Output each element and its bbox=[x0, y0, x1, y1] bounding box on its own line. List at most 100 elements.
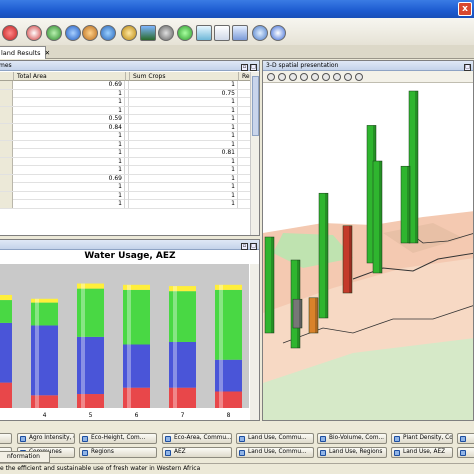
sum-crops-cell[interactable]: 1 bbox=[130, 166, 238, 174]
sum-crops-cell[interactable]: 1 bbox=[130, 191, 238, 200]
toolbar-green-button[interactable] bbox=[46, 25, 62, 41]
layer-button[interactable] bbox=[457, 433, 474, 444]
layer-button[interactable]: Eco-Height, Com... bbox=[79, 433, 157, 444]
table-row[interactable]: 0.59 1 bbox=[0, 115, 259, 124]
table-row[interactable]: 11 bbox=[0, 183, 259, 192]
toolbar-landscape-button[interactable] bbox=[140, 25, 156, 41]
layer-button[interactable]: Bio-Volume, Com... bbox=[317, 433, 387, 444]
total-area-cell[interactable]: 1 bbox=[14, 98, 125, 106]
total-area-cell[interactable]: 1 bbox=[14, 191, 125, 200]
table-row[interactable]: 1 0.75 bbox=[0, 89, 259, 98]
total-area-cell[interactable]: 1 bbox=[14, 166, 125, 174]
bar-segment[interactable] bbox=[0, 322, 12, 383]
close-window-button[interactable]: x bbox=[458, 2, 472, 16]
toolbar-earth-button[interactable] bbox=[100, 25, 116, 41]
map-zoom-out-icon[interactable] bbox=[311, 73, 319, 81]
total-area-cell[interactable]: 0.69 bbox=[14, 174, 125, 183]
layer-button[interactable] bbox=[0, 433, 12, 444]
table-row[interactable]: 11 bbox=[0, 106, 259, 115]
layer-button[interactable]: Land Use, Commu... bbox=[236, 447, 314, 458]
map-reset-icon[interactable] bbox=[333, 73, 341, 81]
sum-crops-cell[interactable]: 1 bbox=[130, 98, 238, 106]
sum-crops-cell[interactable]: 1 bbox=[130, 106, 238, 115]
sum-crops-cell[interactable]: 1 bbox=[130, 132, 238, 140]
map-select-icon[interactable] bbox=[344, 73, 352, 81]
column-sum-crops[interactable]: Sum Crops bbox=[130, 72, 239, 81]
sum-crops-cell[interactable]: 1 bbox=[130, 183, 238, 191]
table-row[interactable]: 11 bbox=[0, 157, 259, 166]
panel-restore-icon[interactable]: ▫ bbox=[241, 243, 248, 250]
toolbar-green-dot-button[interactable] bbox=[177, 25, 193, 41]
table-row[interactable]: 0.69 1 bbox=[0, 174, 259, 183]
toolbar-orange-button[interactable] bbox=[82, 25, 98, 41]
total-area-cell[interactable]: 1 bbox=[14, 200, 125, 208]
total-area-cell[interactable]: 1 bbox=[14, 106, 125, 115]
layer-button[interactable]: Regions bbox=[79, 447, 157, 458]
total-area-cell[interactable]: 0.59 bbox=[14, 115, 125, 123]
toolbar-tree-button[interactable] bbox=[196, 25, 212, 41]
layer-button[interactable] bbox=[457, 447, 474, 458]
sum-crops-cell[interactable]: 1 bbox=[130, 81, 238, 89]
map-home-icon[interactable] bbox=[267, 73, 275, 81]
table-row[interactable]: 11 bbox=[0, 98, 259, 107]
sum-crops-cell[interactable]: 1 bbox=[130, 174, 238, 183]
table-row[interactable]: 0.84 1 bbox=[0, 123, 259, 132]
sum-crops-cell[interactable]: 1 bbox=[130, 157, 238, 166]
toolbar-badge-button[interactable] bbox=[232, 25, 248, 41]
layer-button[interactable]: Eco-Area, Commu... bbox=[162, 433, 232, 444]
total-area-cell[interactable]: 1 bbox=[14, 183, 125, 191]
toolbar-target-button[interactable] bbox=[26, 25, 42, 41]
table-scrollbar[interactable] bbox=[250, 72, 259, 235]
information-tab[interactable]: nformation bbox=[0, 451, 50, 463]
map-rotate-icon[interactable] bbox=[289, 73, 297, 81]
map-tilt-icon[interactable] bbox=[322, 73, 330, 81]
table-scroll-thumb[interactable] bbox=[252, 76, 259, 136]
total-area-cell[interactable]: 1 bbox=[14, 132, 125, 140]
spatial-3d-view[interactable] bbox=[263, 83, 474, 421]
toolbar-chart-button[interactable] bbox=[214, 25, 230, 41]
tab-close-icon[interactable]: ✕ bbox=[45, 49, 50, 57]
sum-crops-cell[interactable]: 0.81 bbox=[130, 149, 238, 157]
sum-crops-cell[interactable]: 1 bbox=[130, 123, 238, 132]
panel-maximize-icon[interactable]: □ bbox=[464, 64, 471, 71]
table-row[interactable]: 0.69 1 bbox=[0, 81, 259, 90]
toolbar-gray-button[interactable] bbox=[158, 25, 174, 41]
layer-button[interactable]: Plant Density, Co... bbox=[391, 433, 453, 444]
total-area-cell[interactable]: 1 bbox=[14, 140, 125, 149]
total-area-cell[interactable]: 1 bbox=[14, 89, 125, 98]
layer-button[interactable]: Land Use, AEZ bbox=[391, 447, 453, 458]
panel-restore-icon[interactable]: ▫ bbox=[241, 64, 248, 71]
bar-segment[interactable] bbox=[0, 300, 12, 323]
sum-crops-cell[interactable]: 0.75 bbox=[130, 89, 238, 98]
table-row[interactable]: 11 bbox=[0, 166, 259, 175]
panel-maximize-icon[interactable]: □ bbox=[250, 243, 257, 250]
table-row[interactable]: 11 bbox=[0, 132, 259, 141]
total-area-cell[interactable]: 0.69 bbox=[14, 81, 125, 89]
toolbar-red-button[interactable] bbox=[2, 25, 18, 41]
total-area-cell[interactable]: 1 bbox=[14, 157, 125, 166]
map-pan-icon[interactable] bbox=[278, 73, 286, 81]
total-area-cell[interactable]: 1 bbox=[14, 149, 125, 157]
layer-button[interactable]: Land Use, Commu... bbox=[236, 433, 314, 444]
table-row[interactable]: 1 0.81 bbox=[0, 149, 259, 158]
toolbar-sun-button[interactable] bbox=[121, 25, 137, 41]
sum-crops-cell[interactable]: 1 bbox=[130, 140, 238, 149]
bar-segment[interactable] bbox=[0, 294, 12, 301]
layer-button[interactable]: AEZ bbox=[162, 447, 232, 458]
total-area-cell[interactable]: 0.84 bbox=[14, 123, 125, 132]
chart-scrollbar[interactable] bbox=[250, 264, 259, 421]
map-info-icon[interactable] bbox=[355, 73, 363, 81]
sum-crops-cell[interactable]: 1 bbox=[130, 200, 238, 208]
column-total-area[interactable]: Total Area bbox=[14, 72, 126, 81]
panel-maximize-icon[interactable]: □ bbox=[250, 64, 257, 71]
sum-crops-cell[interactable]: 1 bbox=[130, 115, 238, 123]
toolbar-globe-button[interactable] bbox=[65, 25, 81, 41]
table-row[interactable]: 11 bbox=[0, 140, 259, 149]
toolbar-help-button[interactable] bbox=[270, 25, 286, 41]
bar-segment[interactable] bbox=[0, 382, 12, 408]
toolbar-magnifier-button[interactable] bbox=[252, 25, 268, 41]
map-zoom-in-icon[interactable] bbox=[300, 73, 308, 81]
layer-button[interactable]: Agro Intensity, C... bbox=[17, 433, 75, 444]
table-row[interactable]: 11 bbox=[0, 200, 259, 209]
table-row[interactable]: 11 bbox=[0, 191, 259, 200]
